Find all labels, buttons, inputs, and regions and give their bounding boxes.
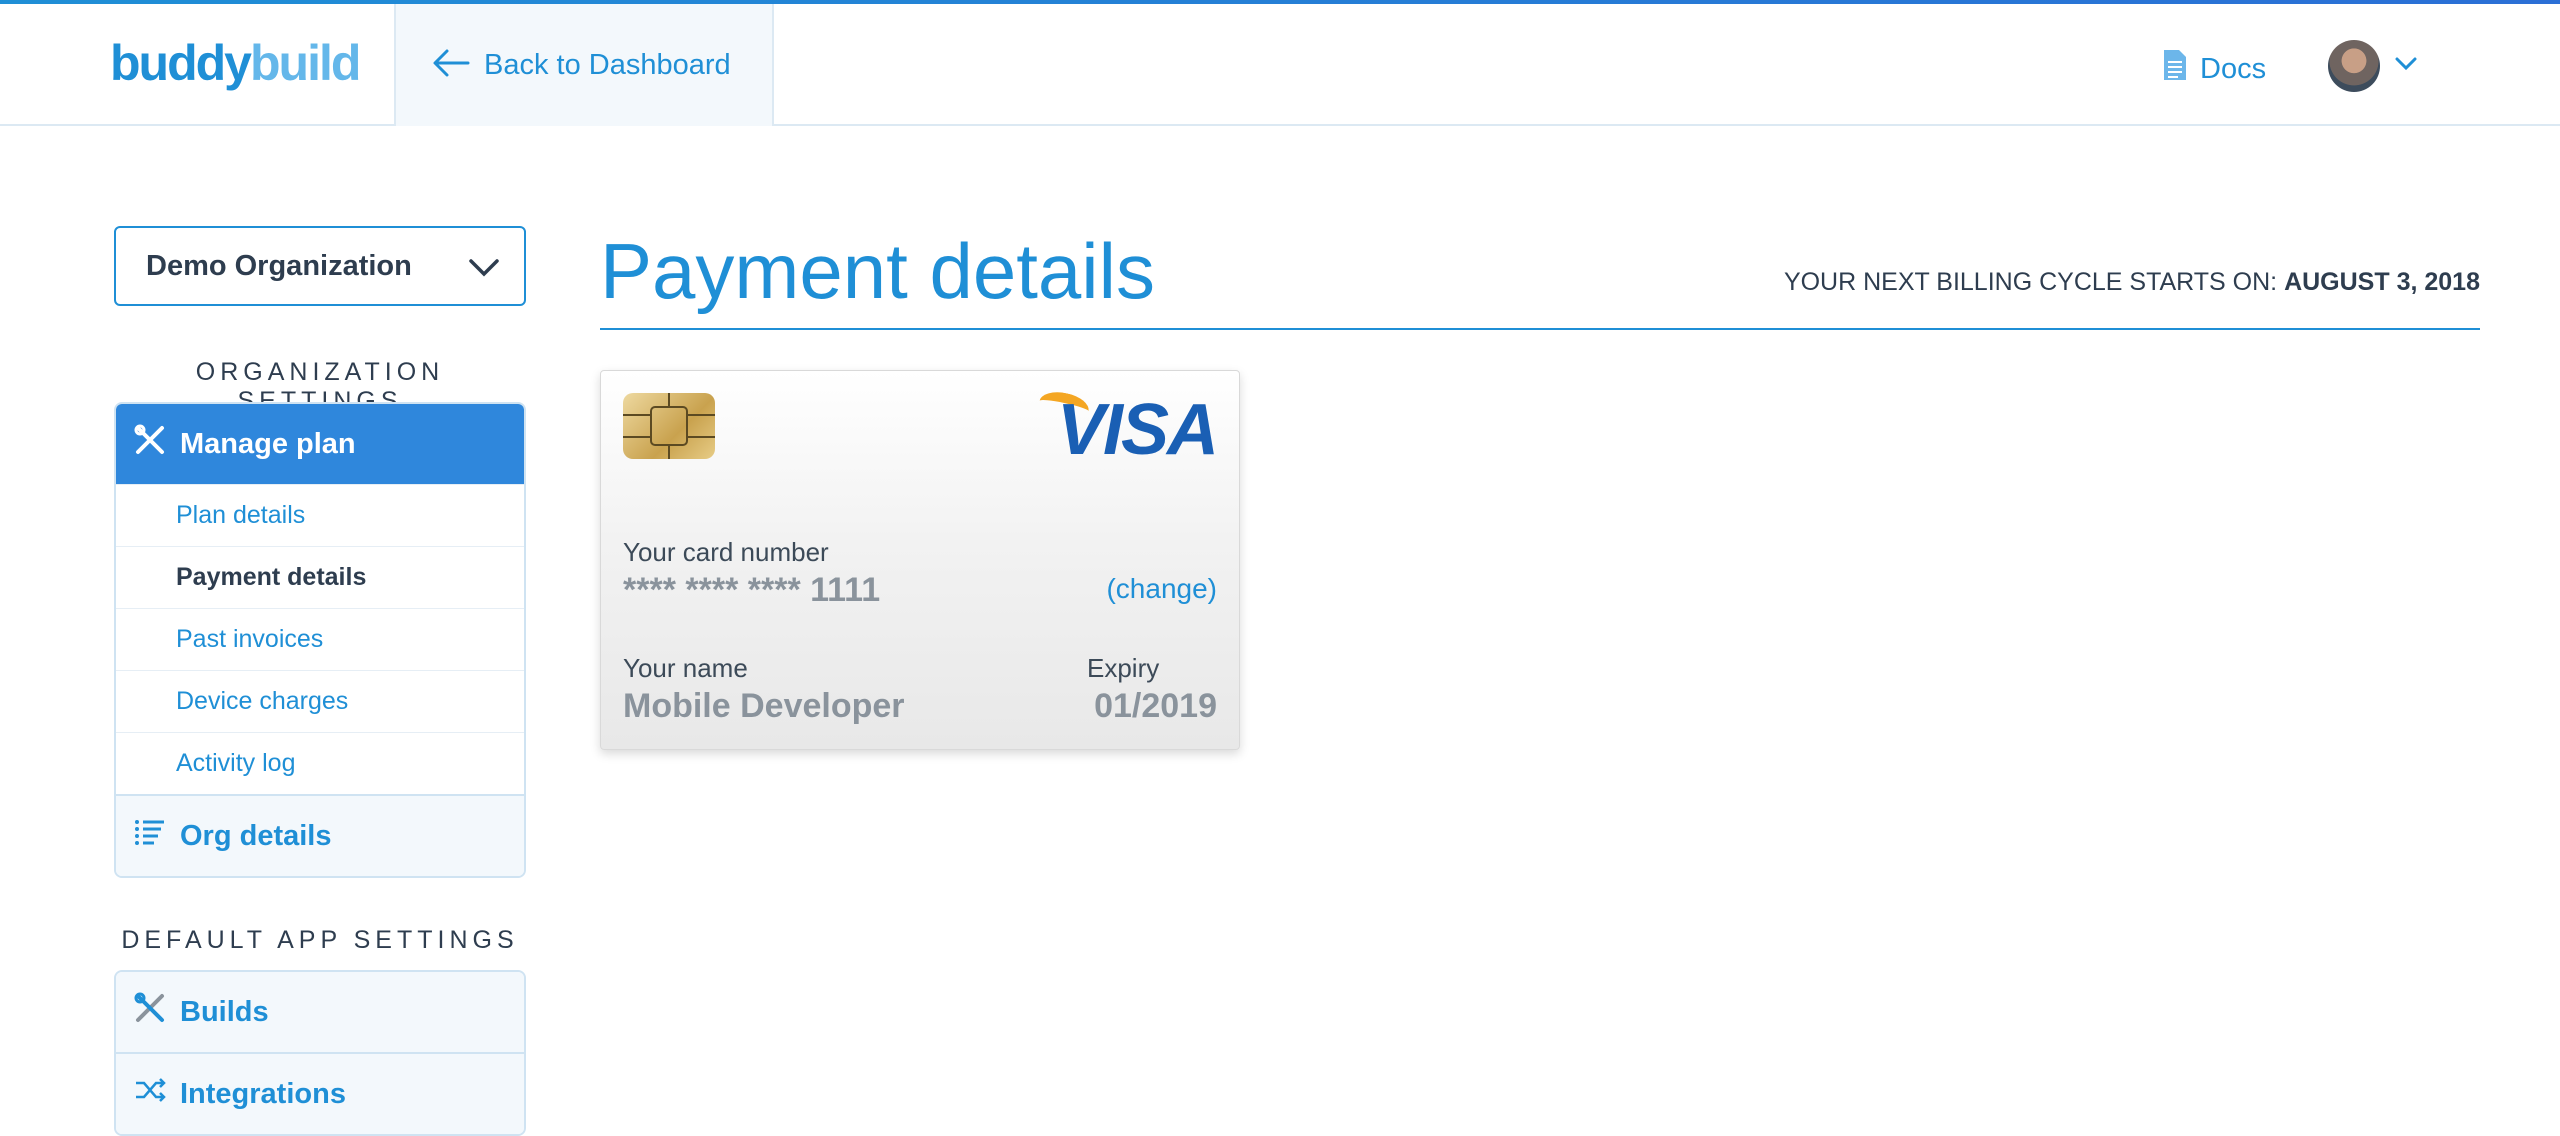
nav-device-charges[interactable]: Device charges: [116, 670, 524, 732]
chevron-down-icon[interactable]: [2394, 56, 2418, 77]
card-holder-name: Mobile Developer: [623, 687, 905, 725]
chevron-down-icon: [468, 254, 500, 287]
nav-past-invoices[interactable]: Past invoices: [116, 608, 524, 670]
page-title: Payment details: [600, 227, 1155, 315]
docs-link[interactable]: Docs: [2162, 48, 2266, 90]
card-chip-icon: [623, 393, 715, 459]
card-expiry-label: Expiry: [1087, 653, 1160, 683]
nav-plan-details[interactable]: Plan details: [116, 484, 524, 546]
card-number-label: Your card number: [623, 537, 829, 567]
tools-icon: [134, 424, 166, 464]
organization-select[interactable]: Demo Organization: [114, 226, 526, 306]
document-icon: [2162, 48, 2188, 90]
nav-activity-log[interactable]: Activity log: [116, 732, 524, 794]
nav-org-details[interactable]: Org details: [116, 796, 524, 876]
user-avatar[interactable]: [2328, 40, 2380, 92]
nav-manage-plan[interactable]: Manage plan: [116, 404, 524, 484]
nav-integrations-label: Integrations: [180, 1077, 346, 1110]
change-card-link[interactable]: (change): [1106, 573, 1217, 605]
back-to-dashboard-button[interactable]: Back to Dashboard: [394, 4, 774, 126]
organization-select-value: Demo Organization: [146, 249, 412, 282]
organization-settings-nav: Manage plan Plan details Payment details…: [114, 402, 526, 878]
default-app-settings-nav: Builds Integrations: [114, 970, 526, 1136]
billing-cycle-info: YOUR NEXT BILLING CYCLE STARTS ON: AUGUS…: [1784, 268, 2480, 297]
card-name-label: Your name: [623, 653, 748, 683]
top-header: buddybuild Back to Dashboard Docs: [0, 4, 2560, 126]
card-number: **** **** **** 1111: [623, 571, 881, 609]
list-icon: [134, 818, 166, 854]
logo-part-2: build: [249, 35, 361, 91]
back-to-dashboard-label: Back to Dashboard: [484, 48, 731, 81]
visa-logo: VISA: [1056, 390, 1219, 470]
arrow-left-icon: [432, 48, 470, 83]
tools-icon: [134, 992, 166, 1032]
nav-builds-label: Builds: [180, 995, 269, 1028]
nav-integrations[interactable]: Integrations: [116, 1054, 524, 1134]
nav-builds[interactable]: Builds: [116, 972, 524, 1052]
billing-cycle-prefix: YOUR NEXT BILLING CYCLE STARTS ON:: [1783, 268, 2278, 296]
default-app-settings-heading: DEFAULT APP SETTINGS: [121, 926, 519, 954]
logo-part-1: buddy: [110, 35, 252, 91]
shuffle-icon: [134, 1077, 166, 1111]
nav-manage-plan-label: Manage plan: [180, 427, 356, 460]
buddybuild-logo[interactable]: buddybuild: [110, 34, 361, 92]
docs-label: Docs: [2200, 52, 2267, 85]
card-expiry: 01/2019: [1094, 687, 1217, 725]
title-divider: [600, 328, 2480, 330]
billing-cycle-date: AUGUST 3, 2018: [2284, 268, 2480, 296]
nav-org-details-label: Org details: [180, 819, 332, 852]
credit-card: VISA Your card number **** **** **** 111…: [600, 370, 1240, 750]
nav-payment-details[interactable]: Payment details: [116, 546, 524, 608]
